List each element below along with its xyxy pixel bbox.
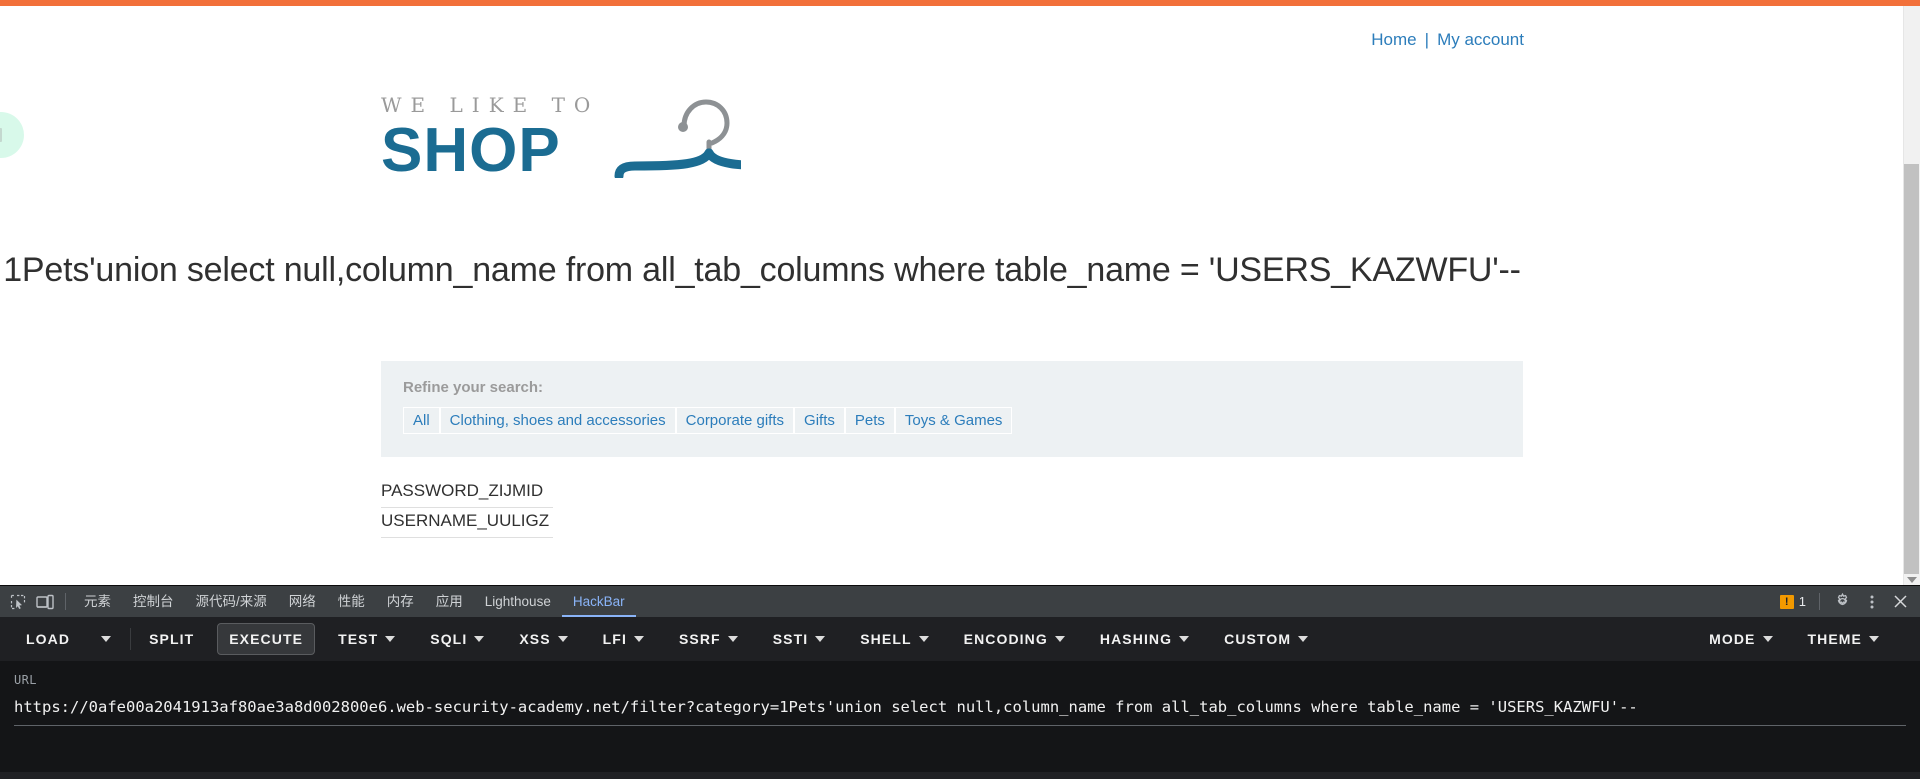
hackbar-split-button[interactable]: SPLIT: [137, 623, 206, 655]
hackbar-test-label: TEST: [338, 631, 379, 647]
devtools-tab-lighthouse[interactable]: Lighthouse: [474, 586, 562, 617]
toolbar-divider: [65, 593, 66, 610]
devtools-tab-hackbar[interactable]: HackBar: [562, 586, 636, 617]
url-field-label: URL: [14, 673, 37, 687]
hackbar-encoding-button[interactable]: ENCODING: [952, 623, 1077, 655]
devtools-tab-performance[interactable]: 性能: [327, 586, 376, 617]
devtools-tab-memory[interactable]: 内存: [376, 586, 425, 617]
list-item: USERNAME_UULIGZ: [381, 508, 553, 538]
coat-hanger-icon: [614, 99, 741, 178]
filter-all[interactable]: All: [403, 407, 440, 434]
chevron-down-icon: [727, 636, 738, 642]
filter-gifts[interactable]: Gifts: [794, 407, 845, 434]
hackbar-mode-label: MODE: [1709, 631, 1756, 647]
warning-count-label: 1: [1798, 594, 1806, 609]
link-separator: |: [1424, 30, 1430, 49]
devtools-tabbar-actions: ! 1: [1776, 586, 1914, 617]
devtools-tab-application[interactable]: 应用: [425, 586, 474, 617]
chevron-down-icon: [385, 636, 396, 642]
hackbar-encoding-label: ENCODING: [963, 631, 1048, 647]
hackbar-toolbar-right: MODE THEME: [1697, 623, 1902, 655]
devtools-tabbar: 元素 控制台 源代码/来源 网络 性能 内存 应用 Lighthouse Hac…: [0, 586, 1920, 617]
top-accent-bar: [0, 0, 1920, 6]
hackbar-load-button[interactable]: LOAD: [14, 623, 82, 655]
site-logo[interactable]: WE LIKE TO SHOP: [381, 95, 741, 182]
device-toolbar-icon[interactable]: [31, 588, 58, 615]
hackbar-hashing-button[interactable]: HASHING: [1088, 623, 1201, 655]
hackbar-shell-button[interactable]: SHELL: [848, 623, 940, 655]
chevron-down-icon: [918, 636, 929, 642]
hackbar-ssti-button[interactable]: SSTI: [761, 623, 838, 655]
warning-icon: !: [1779, 594, 1794, 609]
list-item: PASSWORD_ZIJMID: [381, 478, 553, 508]
close-icon[interactable]: [1887, 588, 1914, 615]
filter-clothing-shoes-accessories[interactable]: Clothing, shoes and accessories: [439, 407, 676, 434]
chevron-down-icon: [1298, 636, 1309, 642]
hackbar-ssrf-label: SSRF: [678, 631, 721, 647]
hackbar-custom-button[interactable]: CUSTOM: [1212, 623, 1320, 655]
scrollbar-thumb[interactable]: [1904, 164, 1919, 574]
filter-pets[interactable]: Pets: [844, 407, 895, 434]
hackbar-test-button[interactable]: TEST: [326, 623, 407, 655]
hackbar-shell-label: SHELL: [860, 631, 912, 647]
refine-search-label: Refine your search:: [403, 379, 544, 396]
chevron-down-icon: [1869, 636, 1879, 642]
warning-count-badge[interactable]: ! 1: [1776, 594, 1810, 609]
hackbar-url-area: URL https://0afe00a2041913af80ae3a8d0028…: [0, 661, 1920, 772]
chevron-down-icon: [1762, 636, 1773, 642]
hackbar-sqli-button[interactable]: SQLI: [418, 623, 496, 655]
hackbar-lfi-button[interactable]: LFI: [591, 623, 656, 655]
chevron-down-icon: [557, 636, 568, 642]
hackbar-xss-button[interactable]: XSS: [507, 623, 579, 655]
floating-widget-bubble[interactable]: [0, 112, 24, 158]
filter-toys-games[interactable]: Toys & Games: [894, 407, 1013, 434]
devtools-tab-network[interactable]: 网络: [278, 586, 327, 617]
chevron-down-icon: [1054, 636, 1065, 642]
home-link[interactable]: Home: [1371, 30, 1416, 49]
page-title: 1Pets'union select null,column_name from…: [3, 251, 1521, 289]
chevron-down-icon: [474, 636, 485, 642]
hackbar-execute-button[interactable]: EXECUTE: [217, 623, 316, 655]
gear-icon[interactable]: [1829, 588, 1856, 615]
hackbar-ssti-label: SSTI: [772, 631, 809, 647]
refine-search-panel: Refine your search: All Clothing, shoes …: [381, 361, 1523, 457]
scrollbar-down-arrow[interactable]: [1907, 577, 1917, 583]
search-results-list: PASSWORD_ZIJMID USERNAME_UULIGZ: [381, 478, 553, 538]
hackbar-ssrf-button[interactable]: SSRF: [667, 623, 750, 655]
chevron-down-icon: [633, 636, 644, 642]
devtools-tab-elements[interactable]: 元素: [73, 586, 122, 617]
devtools-tab-sources[interactable]: 源代码/来源: [185, 586, 278, 617]
hackbar-hashing-label: HASHING: [1099, 631, 1173, 647]
hackbar-lfi-label: LFI: [602, 631, 627, 647]
url-input-underline: [14, 725, 1906, 726]
hackbar-theme-button[interactable]: THEME: [1796, 623, 1892, 655]
hackbar-load-dropdown[interactable]: [93, 629, 119, 649]
hackbar-xss-label: XSS: [519, 631, 551, 647]
category-filter-list: All Clothing, shoes and accessories Corp…: [403, 407, 1501, 434]
my-account-link[interactable]: My account: [1437, 30, 1524, 49]
hackbar-divider: [130, 628, 132, 650]
browser-viewport: Home | My account WE LIKE TO SHOP 1Pets'un…: [0, 0, 1920, 585]
devtools-panel: 元素 控制台 源代码/来源 网络 性能 内存 应用 Lighthouse Hac…: [0, 585, 1920, 779]
inspect-element-icon[interactable]: [4, 588, 31, 615]
account-links: Home | My account: [0, 30, 1524, 50]
url-input[interactable]: https://0afe00a2041913af80ae3a8d002800e6…: [14, 696, 1906, 718]
kebab-menu-icon[interactable]: [1858, 588, 1885, 615]
hackbar-sqli-label: SQLI: [430, 631, 468, 647]
devtools-tab-console[interactable]: 控制台: [122, 586, 185, 617]
hackbar-toolbar: LOAD SPLIT EXECUTE TEST SQLI XSS LFI SSR…: [0, 617, 1920, 661]
actions-divider: [1819, 593, 1820, 610]
hackbar-theme-label: THEME: [1807, 631, 1862, 647]
filter-corporate-gifts[interactable]: Corporate gifts: [675, 407, 795, 434]
chevron-down-icon: [101, 636, 112, 642]
vertical-scrollbar[interactable]: [1903, 6, 1920, 585]
chevron-down-icon: [1179, 636, 1190, 642]
hackbar-custom-label: CUSTOM: [1224, 631, 1292, 647]
chevron-down-icon: [815, 636, 826, 642]
hackbar-mode-button[interactable]: MODE: [1697, 623, 1784, 655]
